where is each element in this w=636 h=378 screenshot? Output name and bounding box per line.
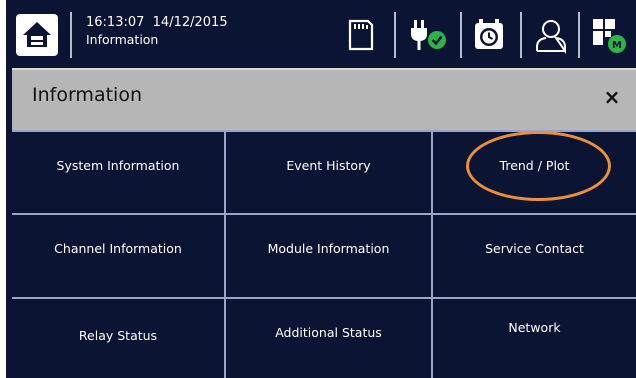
- sd-card-icon: [348, 19, 374, 51]
- user-icon: [536, 20, 566, 55]
- menu-item-channel-information[interactable]: Channel Information: [12, 215, 224, 281]
- menu-item-module-information[interactable]: Module Information: [226, 215, 431, 281]
- divider: [394, 12, 396, 58]
- menu-item-label: Service Contact: [485, 240, 584, 256]
- menu-item-system-information[interactable]: System Information: [12, 132, 224, 198]
- menu-item-label: Event History: [286, 157, 371, 173]
- menu-item-label: Network: [508, 319, 561, 335]
- power-status[interactable]: [406, 16, 450, 54]
- close-icon: ×: [603, 85, 621, 109]
- highlight-circle: [466, 131, 611, 201]
- timer-button[interactable]: [470, 16, 508, 54]
- module-status-icon: M: [593, 19, 626, 53]
- divider: [578, 12, 580, 58]
- menu-item-event-history[interactable]: Event History: [226, 132, 431, 198]
- menu-item-label: Additional Status: [275, 324, 382, 340]
- menu-item-label: System Information: [56, 157, 180, 173]
- status-bar: 16:13:07 14/12/2015 Information M: [6, 0, 636, 70]
- menu-item-network[interactable]: Network: [433, 299, 636, 355]
- sd-card-button[interactable]: [342, 16, 380, 54]
- module-status-button[interactable]: M: [590, 16, 632, 54]
- menu-item-label: Module Information: [267, 240, 390, 256]
- home-button[interactable]: [16, 14, 58, 56]
- divider: [70, 12, 72, 58]
- home-icon: [16, 14, 58, 56]
- menu-item-label: Relay Status: [78, 327, 158, 343]
- divider: [460, 12, 462, 58]
- user-button[interactable]: [532, 16, 570, 55]
- screen-subtitle: Information: [86, 32, 159, 47]
- timer-clock-icon: [475, 19, 503, 49]
- menu-item-relay-status[interactable]: Relay Status: [12, 299, 224, 365]
- power-ok-icon: [411, 20, 446, 50]
- dialog-header: Information ×: [12, 68, 636, 130]
- date-display: 14/12/2015: [152, 15, 228, 30]
- clock: 16:13:07 14/12/2015 Information: [86, 14, 228, 48]
- dialog-title: Information: [32, 84, 142, 106]
- menu-item-additional-status[interactable]: Additional Status: [226, 299, 431, 365]
- module-badge: M: [612, 40, 622, 51]
- menu-item-label: Channel Information: [54, 240, 182, 256]
- time-display: 16:13:07: [86, 15, 145, 30]
- menu-item-service-contact[interactable]: Service Contact: [433, 215, 636, 281]
- divider: [520, 12, 522, 58]
- close-button[interactable]: ×: [598, 83, 626, 111]
